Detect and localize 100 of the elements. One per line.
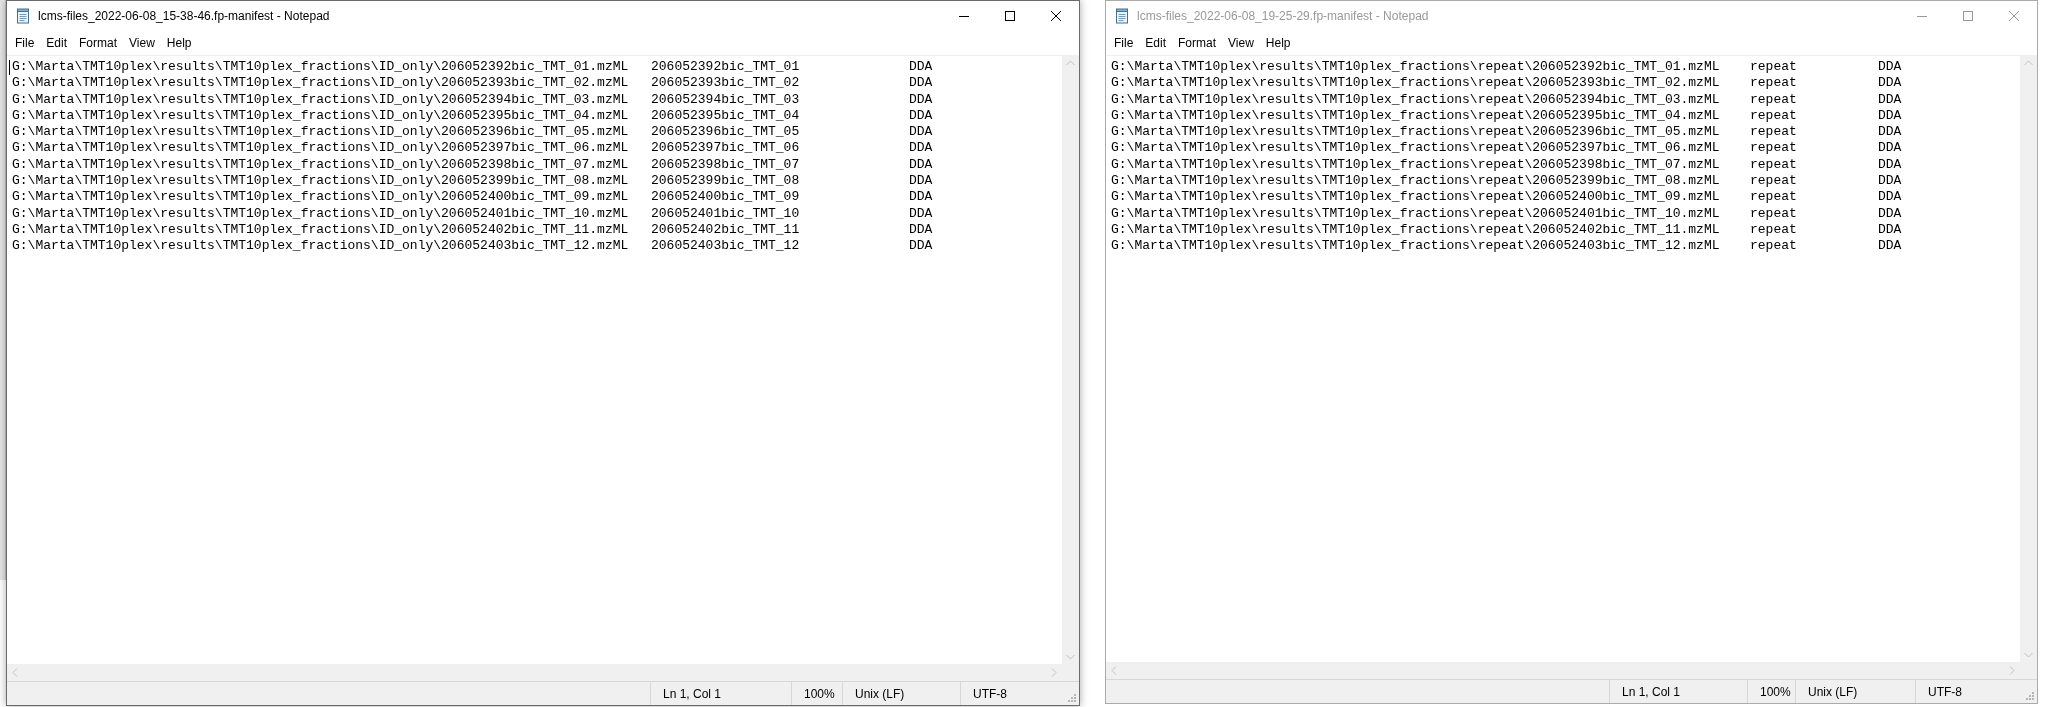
- menu-item[interactable]: File: [1108, 34, 1140, 52]
- sample-name: repeat: [1750, 91, 1798, 108]
- file-path: G:\Marta\TMT10plex\results\TMT10plex_fractions\repeat\206052402bic_TMT_11.mzML: [1111, 221, 1721, 239]
- file-path: G:\Marta\TMT10plex\results\TMT10plex_fractions\ID_only\206052396bic_TMT_05.mzML: [12, 124, 630, 141]
- sample-name: repeat: [1750, 140, 1798, 157]
- sample-name: repeat: [1750, 189, 1798, 206]
- file-path: G:\Marta\TMT10plex\results\TMT10plex_fractions\repeat\206052398bic_TMT_07.mzML: [1111, 156, 1721, 174]
- vertical-scrollbar[interactable]: [2020, 56, 2037, 662]
- horizontal-scrollbar[interactable]: [7, 664, 1079, 681]
- file-path: G:\Marta\TMT10plex\results\TMT10plex_fractions\ID_only\206052401bic_TMT_10.mzML: [12, 205, 630, 222]
- acquisition-type: DDA: [909, 75, 933, 92]
- file-path: G:\Marta\TMT10plex\results\TMT10plex_fractions\ID_only\206052394bic_TMT_03.mzML: [12, 91, 630, 108]
- sample-name: repeat: [1750, 173, 1798, 190]
- sample-name: 206052393bic_TMT_02: [651, 75, 801, 92]
- file-path: G:\Marta\TMT10plex\results\TMT10plex_fractions\repeat\206052395bic_TMT_04.mzML: [1111, 107, 1721, 125]
- sample-name: repeat: [1750, 75, 1798, 92]
- status-text: 100%: [804, 685, 835, 703]
- file-path: G:\Marta\TMT10plex\results\TMT10plex_fractions\repeat\206052400bic_TMT_09.mzML: [1111, 189, 1721, 206]
- sample-name: 206052403bic_TMT_12: [651, 238, 801, 255]
- menu-item[interactable]: Edit: [40, 34, 74, 52]
- file-path: G:\Marta\TMT10plex\results\TMT10plex_fractions\ID_only\206052399bic_TMT_08.mzML: [12, 173, 630, 190]
- status-text: Ln 1, Col 1: [1622, 683, 1681, 701]
- acquisition-type: DDA: [1878, 107, 1902, 125]
- menu-item[interactable]: Help: [1259, 34, 1297, 52]
- acquisition-type: DDA: [909, 238, 933, 255]
- acquisition-type: DDA: [1878, 173, 1902, 190]
- sample-name: repeat: [1750, 59, 1798, 76]
- menu-item[interactable]: Format: [1172, 34, 1223, 52]
- sample-name: repeat: [1750, 205, 1798, 222]
- acquisition-type: DDA: [1878, 189, 1902, 206]
- text-cursor: [9, 60, 10, 75]
- file-path: G:\Marta\TMT10plex\results\TMT10plex_fractions\ID_only\206052398bic_TMT_07.mzML: [12, 156, 630, 174]
- status-text: 100%: [1760, 683, 1791, 701]
- sample-name: repeat: [1750, 107, 1798, 125]
- file-path: G:\Marta\TMT10plex\results\TMT10plex_fractions\repeat\206052399bic_TMT_08.mzML: [1111, 173, 1721, 190]
- sample-name: 206052397bic_TMT_06: [651, 140, 801, 157]
- acquisition-type: DDA: [1878, 124, 1902, 141]
- menu-item[interactable]: Format: [73, 34, 124, 52]
- file-path: G:\Marta\TMT10plex\results\TMT10plex_fractions\ID_only\206052402bic_TMT_11.mzML: [12, 221, 630, 239]
- scroll-up-icon: [1066, 60, 1075, 66]
- menu-item[interactable]: Help: [160, 34, 198, 52]
- sample-name: 206052396bic_TMT_05: [651, 124, 801, 141]
- sample-name: 206052401bic_TMT_10: [651, 205, 801, 222]
- size-grip-icon[interactable]: [1065, 691, 1077, 703]
- sample-name: 206052394bic_TMT_03: [651, 91, 801, 108]
- scroll-up-icon: [2024, 60, 2033, 66]
- status-text: UTF-8: [1928, 683, 1962, 701]
- acquisition-type: DDA: [909, 205, 933, 222]
- acquisition-type: DDA: [1878, 91, 1902, 108]
- file-path: G:\Marta\TMT10plex\results\TMT10plex_fractions\ID_only\206052400bic_TMT_09.mzML: [12, 189, 630, 206]
- file-path: G:\Marta\TMT10plex\results\TMT10plex_fractions\repeat\206052393bic_TMT_02.mzML: [1111, 75, 1721, 92]
- sample-name: repeat: [1750, 238, 1798, 255]
- file-path: G:\Marta\TMT10plex\results\TMT10plex_fractions\repeat\206052392bic_TMT_01.mzML: [1111, 59, 1721, 76]
- vertical-scrollbar[interactable]: [1062, 56, 1079, 664]
- menu-item[interactable]: View: [123, 34, 161, 52]
- status-text: Ln 1, Col 1: [663, 685, 722, 703]
- acquisition-type: DDA: [909, 156, 933, 174]
- scroll-down-icon: [1066, 654, 1075, 660]
- sample-name: repeat: [1750, 221, 1798, 239]
- sample-name: 206052400bic_TMT_09: [651, 189, 801, 206]
- maximize-icon: [1005, 11, 1015, 21]
- scroll-down-icon: [2024, 652, 2033, 658]
- status-text: Unix (LF): [1808, 683, 1858, 701]
- size-grip-icon[interactable]: [2023, 689, 2035, 701]
- sample-name: 206052399bic_TMT_08: [651, 173, 801, 190]
- window-title: lcms-files_2022-06-08_15-38-46.fp-manifest - Notepad: [38, 8, 330, 25]
- file-path: G:\Marta\TMT10plex\results\TMT10plex_fractions\ID_only\206052392bic_TMT_01.mzML: [12, 59, 630, 76]
- acquisition-type: DDA: [909, 107, 933, 125]
- acquisition-type: DDA: [909, 189, 933, 206]
- menu-item[interactable]: View: [1222, 34, 1260, 52]
- sample-name: repeat: [1750, 124, 1798, 141]
- sample-name: 206052395bic_TMT_04: [651, 107, 801, 125]
- acquisition-type: DDA: [909, 221, 933, 239]
- file-path: G:\Marta\TMT10plex\results\TMT10plex_fractions\repeat\206052396bic_TMT_05.mzML: [1111, 124, 1721, 141]
- acquisition-type: DDA: [909, 173, 933, 190]
- status-text: UTF-8: [973, 685, 1007, 703]
- horizontal-scrollbar[interactable]: [1106, 662, 2037, 679]
- file-path: G:\Marta\TMT10plex\results\TMT10plex_fractions\repeat\206052397bic_TMT_06.mzML: [1111, 140, 1721, 157]
- acquisition-type: DDA: [1878, 59, 1902, 76]
- acquisition-type: DDA: [1878, 238, 1902, 255]
- menu-item[interactable]: Edit: [1139, 34, 1173, 52]
- file-path: G:\Marta\TMT10plex\results\TMT10plex_fractions\repeat\206052401bic_TMT_10.mzML: [1111, 205, 1721, 222]
- file-path: G:\Marta\TMT10plex\results\TMT10plex_fractions\repeat\206052394bic_TMT_03.mzML: [1111, 91, 1721, 108]
- sample-name: repeat: [1750, 156, 1798, 174]
- file-path: G:\Marta\TMT10plex\results\TMT10plex_fractions\ID_only\206052393bic_TMT_02.mzML: [12, 75, 630, 92]
- notepad-icon: [15, 8, 31, 24]
- notepad-icon: [1114, 8, 1130, 24]
- acquisition-type: DDA: [909, 124, 933, 141]
- acquisition-type: DDA: [1878, 221, 1902, 239]
- acquisition-type: DDA: [1878, 140, 1902, 157]
- close-icon: [2009, 11, 2019, 21]
- window-title: lcms-files_2022-06-08_19-25-29.fp-manifest - Notepad: [1137, 8, 1429, 25]
- menu-item[interactable]: File: [9, 34, 41, 52]
- sample-name: 206052398bic_TMT_07: [651, 156, 801, 174]
- acquisition-type: DDA: [909, 140, 933, 157]
- acquisition-type: DDA: [1878, 156, 1902, 174]
- file-path: G:\Marta\TMT10plex\results\TMT10plex_fractions\repeat\206052403bic_TMT_12.mzML: [1111, 238, 1721, 255]
- maximize-icon: [1963, 11, 1973, 21]
- acquisition-type: DDA: [909, 91, 933, 108]
- file-path: G:\Marta\TMT10plex\results\TMT10plex_fractions\ID_only\206052403bic_TMT_12.mzML: [12, 238, 630, 255]
